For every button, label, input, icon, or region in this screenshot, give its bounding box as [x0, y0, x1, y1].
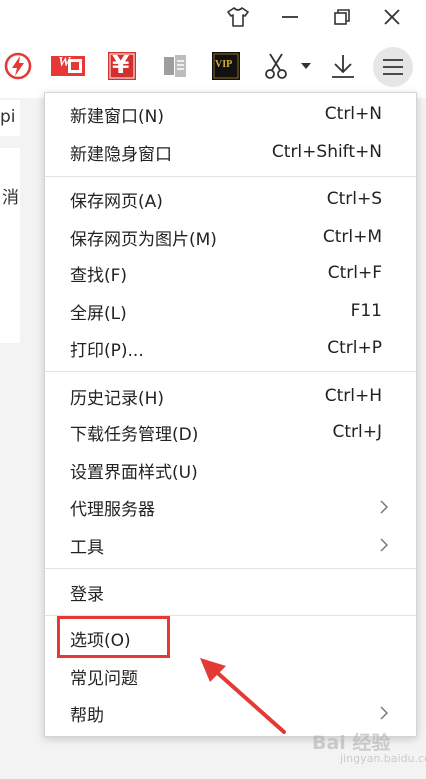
menu-item-label: 历史记录(H) — [70, 388, 165, 409]
menu-item-label: 新建窗口(N) — [70, 106, 164, 127]
menu-item-label: 打印(P)... — [70, 340, 144, 361]
menu-separator — [45, 568, 416, 569]
menu-item-find[interactable]: 查找(F) Ctrl+F — [45, 255, 416, 291]
menu-item-new-window[interactable]: 新建窗口(N) Ctrl+N — [45, 96, 416, 132]
download-button[interactable] — [325, 48, 361, 84]
chevron-right-icon — [378, 537, 390, 553]
menu-separator — [45, 371, 416, 372]
annotation-arrow-icon — [200, 658, 286, 734]
menu-item-login[interactable]: 登录 — [45, 574, 416, 610]
menu-item-label: 查找(F) — [70, 265, 128, 286]
menu-item-label: 常见问题 — [70, 668, 138, 689]
watermark-url: jingyan.baidu.com — [340, 752, 426, 765]
wps-label: W — [58, 55, 71, 70]
menu-item-history[interactable]: 历史记录(H) Ctrl+H — [45, 378, 416, 414]
menu-item-label: 设置界面样式(U) — [70, 462, 198, 483]
menu-item-label: 下载任务管理(D) — [70, 424, 199, 445]
menu-item-interface-style[interactable]: 设置界面样式(U) — [45, 452, 416, 488]
menu-item-shortcut: Ctrl+H — [324, 386, 382, 406]
background-text-1: pi — [0, 107, 16, 127]
menu-item-save-page-as-image[interactable]: 保存网页为图片(M) Ctrl+M — [45, 219, 416, 255]
menu-item-label: 工具 — [70, 537, 104, 558]
skin-button[interactable] — [213, 0, 263, 34]
wps-button[interactable]: W — [48, 48, 88, 84]
menu-item-shortcut: Ctrl+N — [324, 104, 382, 124]
main-menu-button[interactable] — [373, 47, 413, 87]
vip-button[interactable]: VIP — [208, 48, 244, 84]
menu-separator — [45, 176, 416, 177]
background-text-2: 消 — [2, 188, 19, 208]
highlight-box — [57, 616, 170, 658]
menu-item-shortcut: Ctrl+Shift+N — [271, 142, 382, 162]
menu-item-shortcut: F11 — [350, 301, 382, 321]
chevron-right-icon — [378, 499, 390, 515]
menu-item-print[interactable]: 打印(P)... Ctrl+P — [45, 330, 416, 366]
lightning-icon — [4, 52, 32, 80]
vip-label: VIP — [215, 59, 233, 70]
document-button[interactable] — [157, 48, 193, 84]
yen-label: ¥ — [112, 50, 130, 79]
yen-button[interactable]: ¥ — [104, 48, 140, 84]
menu-item-shortcut: Ctrl+F — [327, 263, 382, 283]
title-bar — [0, 0, 426, 34]
menu-icon — [383, 59, 403, 75]
close-button[interactable] — [367, 0, 417, 34]
menu-item-label: 登录 — [70, 584, 104, 605]
document-icon — [164, 55, 186, 77]
dropdown-icon — [301, 63, 311, 69]
menu-item-label: 新建隐身窗口 — [70, 144, 172, 165]
lightning-button[interactable] — [0, 48, 36, 84]
restore-icon — [334, 9, 350, 25]
menu-item-tools[interactable]: 工具 — [45, 527, 416, 563]
download-icon — [332, 55, 354, 78]
menu-item-proxy-server[interactable]: 代理服务器 — [45, 489, 416, 525]
scissors-dropdown[interactable] — [296, 48, 316, 84]
menu-item-label: 全屏(L) — [70, 303, 127, 324]
menu-item-label: 帮助 — [70, 705, 104, 726]
scissors-icon — [265, 53, 287, 79]
menu-item-shortcut: Ctrl+S — [326, 189, 382, 209]
chevron-right-icon — [378, 705, 390, 721]
minimize-icon — [282, 16, 298, 18]
menu-item-shortcut: Ctrl+M — [322, 227, 382, 247]
menu-item-fullscreen[interactable]: 全屏(L) F11 — [45, 293, 416, 329]
menu-item-label: 保存网页为图片(M) — [70, 229, 217, 250]
menu-item-new-incognito-window[interactable]: 新建隐身窗口 Ctrl+Shift+N — [45, 134, 416, 170]
minimize-button[interactable] — [265, 0, 315, 34]
watermark: Bai 经验 — [312, 732, 391, 754]
menu-item-shortcut: Ctrl+P — [327, 338, 382, 358]
background-panel — [0, 148, 20, 343]
menu-item-label: 代理服务器 — [70, 499, 155, 520]
restore-button[interactable] — [317, 0, 367, 34]
menu-item-download-manager[interactable]: 下载任务管理(D) Ctrl+J — [45, 414, 416, 450]
scissors-button[interactable] — [258, 48, 294, 84]
menu-item-save-page[interactable]: 保存网页(A) Ctrl+S — [45, 181, 416, 217]
tshirt-icon — [227, 7, 249, 27]
toolbar: W ¥ VIP — [0, 34, 426, 98]
menu-item-label: 保存网页(A) — [70, 191, 163, 212]
menu-item-shortcut: Ctrl+J — [332, 422, 382, 442]
close-icon — [384, 9, 400, 25]
